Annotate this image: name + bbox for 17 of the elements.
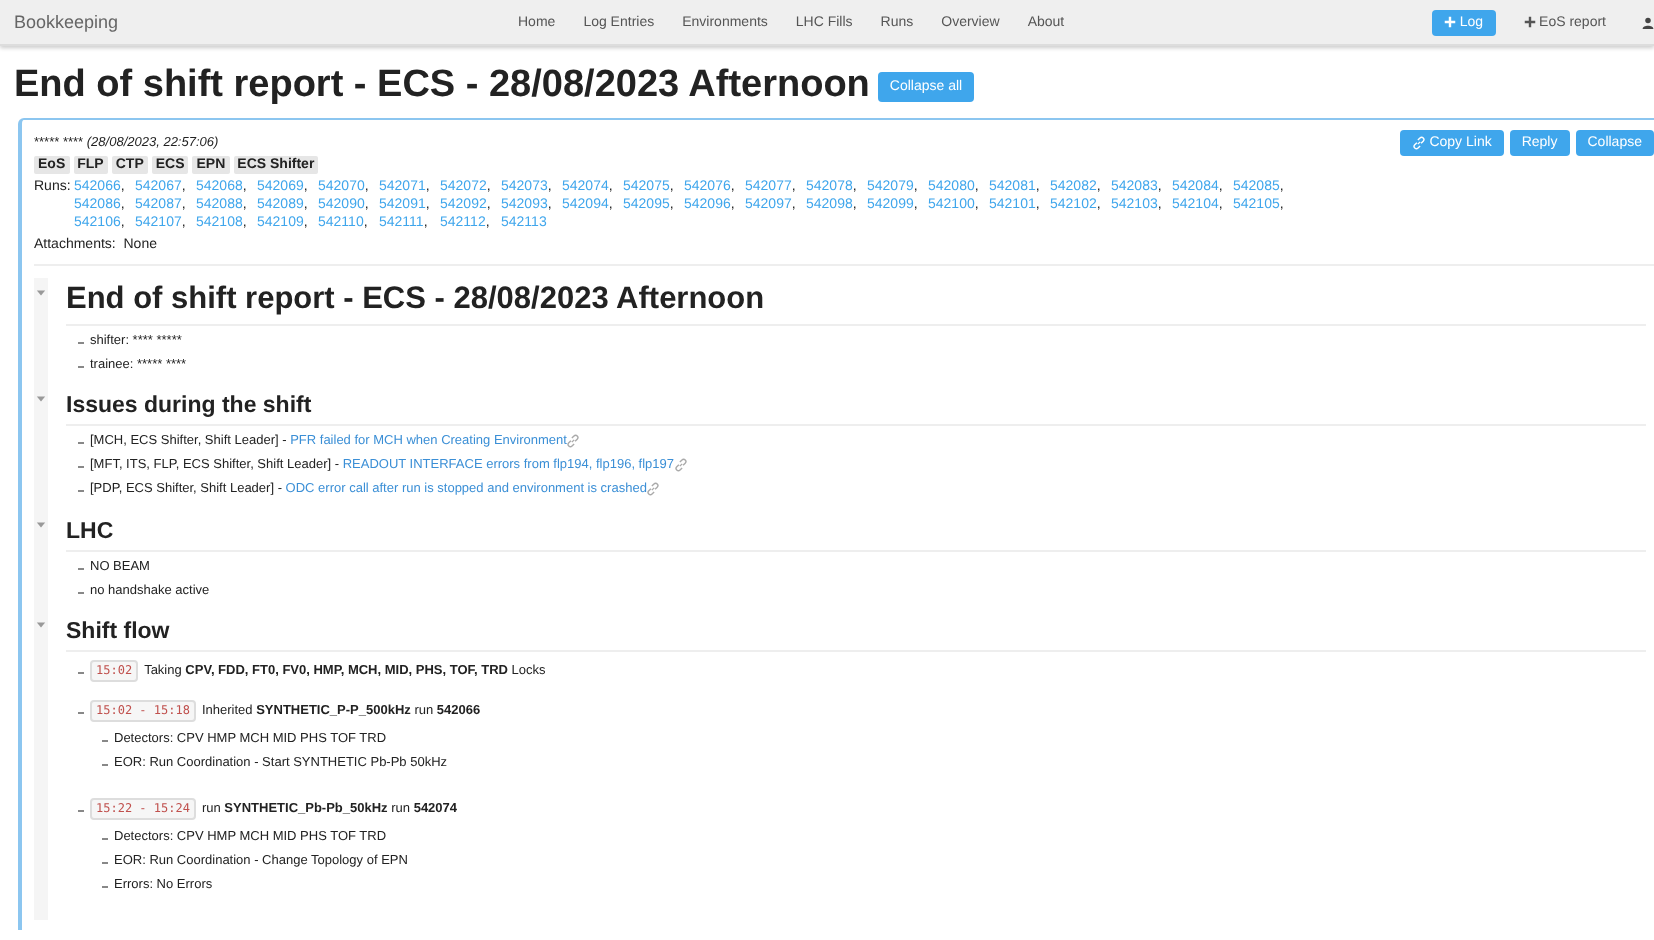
collapse-caret-icon[interactable]: [36, 619, 46, 630]
link-icon[interactable]: [646, 482, 661, 497]
plus-icon: [1443, 16, 1456, 28]
section-heading: Shift flow: [66, 609, 1646, 652]
link-icon[interactable]: [566, 434, 581, 448]
link-icon: [1411, 136, 1426, 150]
app-brand[interactable]: Bookkeeping: [14, 12, 504, 32]
user-icon[interactable]: [1642, 16, 1654, 30]
section-heading: LHC: [66, 509, 1646, 552]
collapse-caret-icon[interactable]: [36, 519, 46, 530]
section-heading: End of shift report - ECS - 28/08/2023 Afternoon: [66, 278, 1646, 326]
link-icon[interactable]: [674, 458, 689, 473]
plus-icon: [1523, 16, 1536, 28]
page-title: End of shift report - ECS - 28/08/2023 Afternoon: [14, 64, 870, 108]
section-heading: Issues during the shift: [66, 384, 1646, 426]
collapse-caret-icon[interactable]: [36, 394, 46, 404]
collapse-caret-icon[interactable]: [36, 288, 46, 298]
